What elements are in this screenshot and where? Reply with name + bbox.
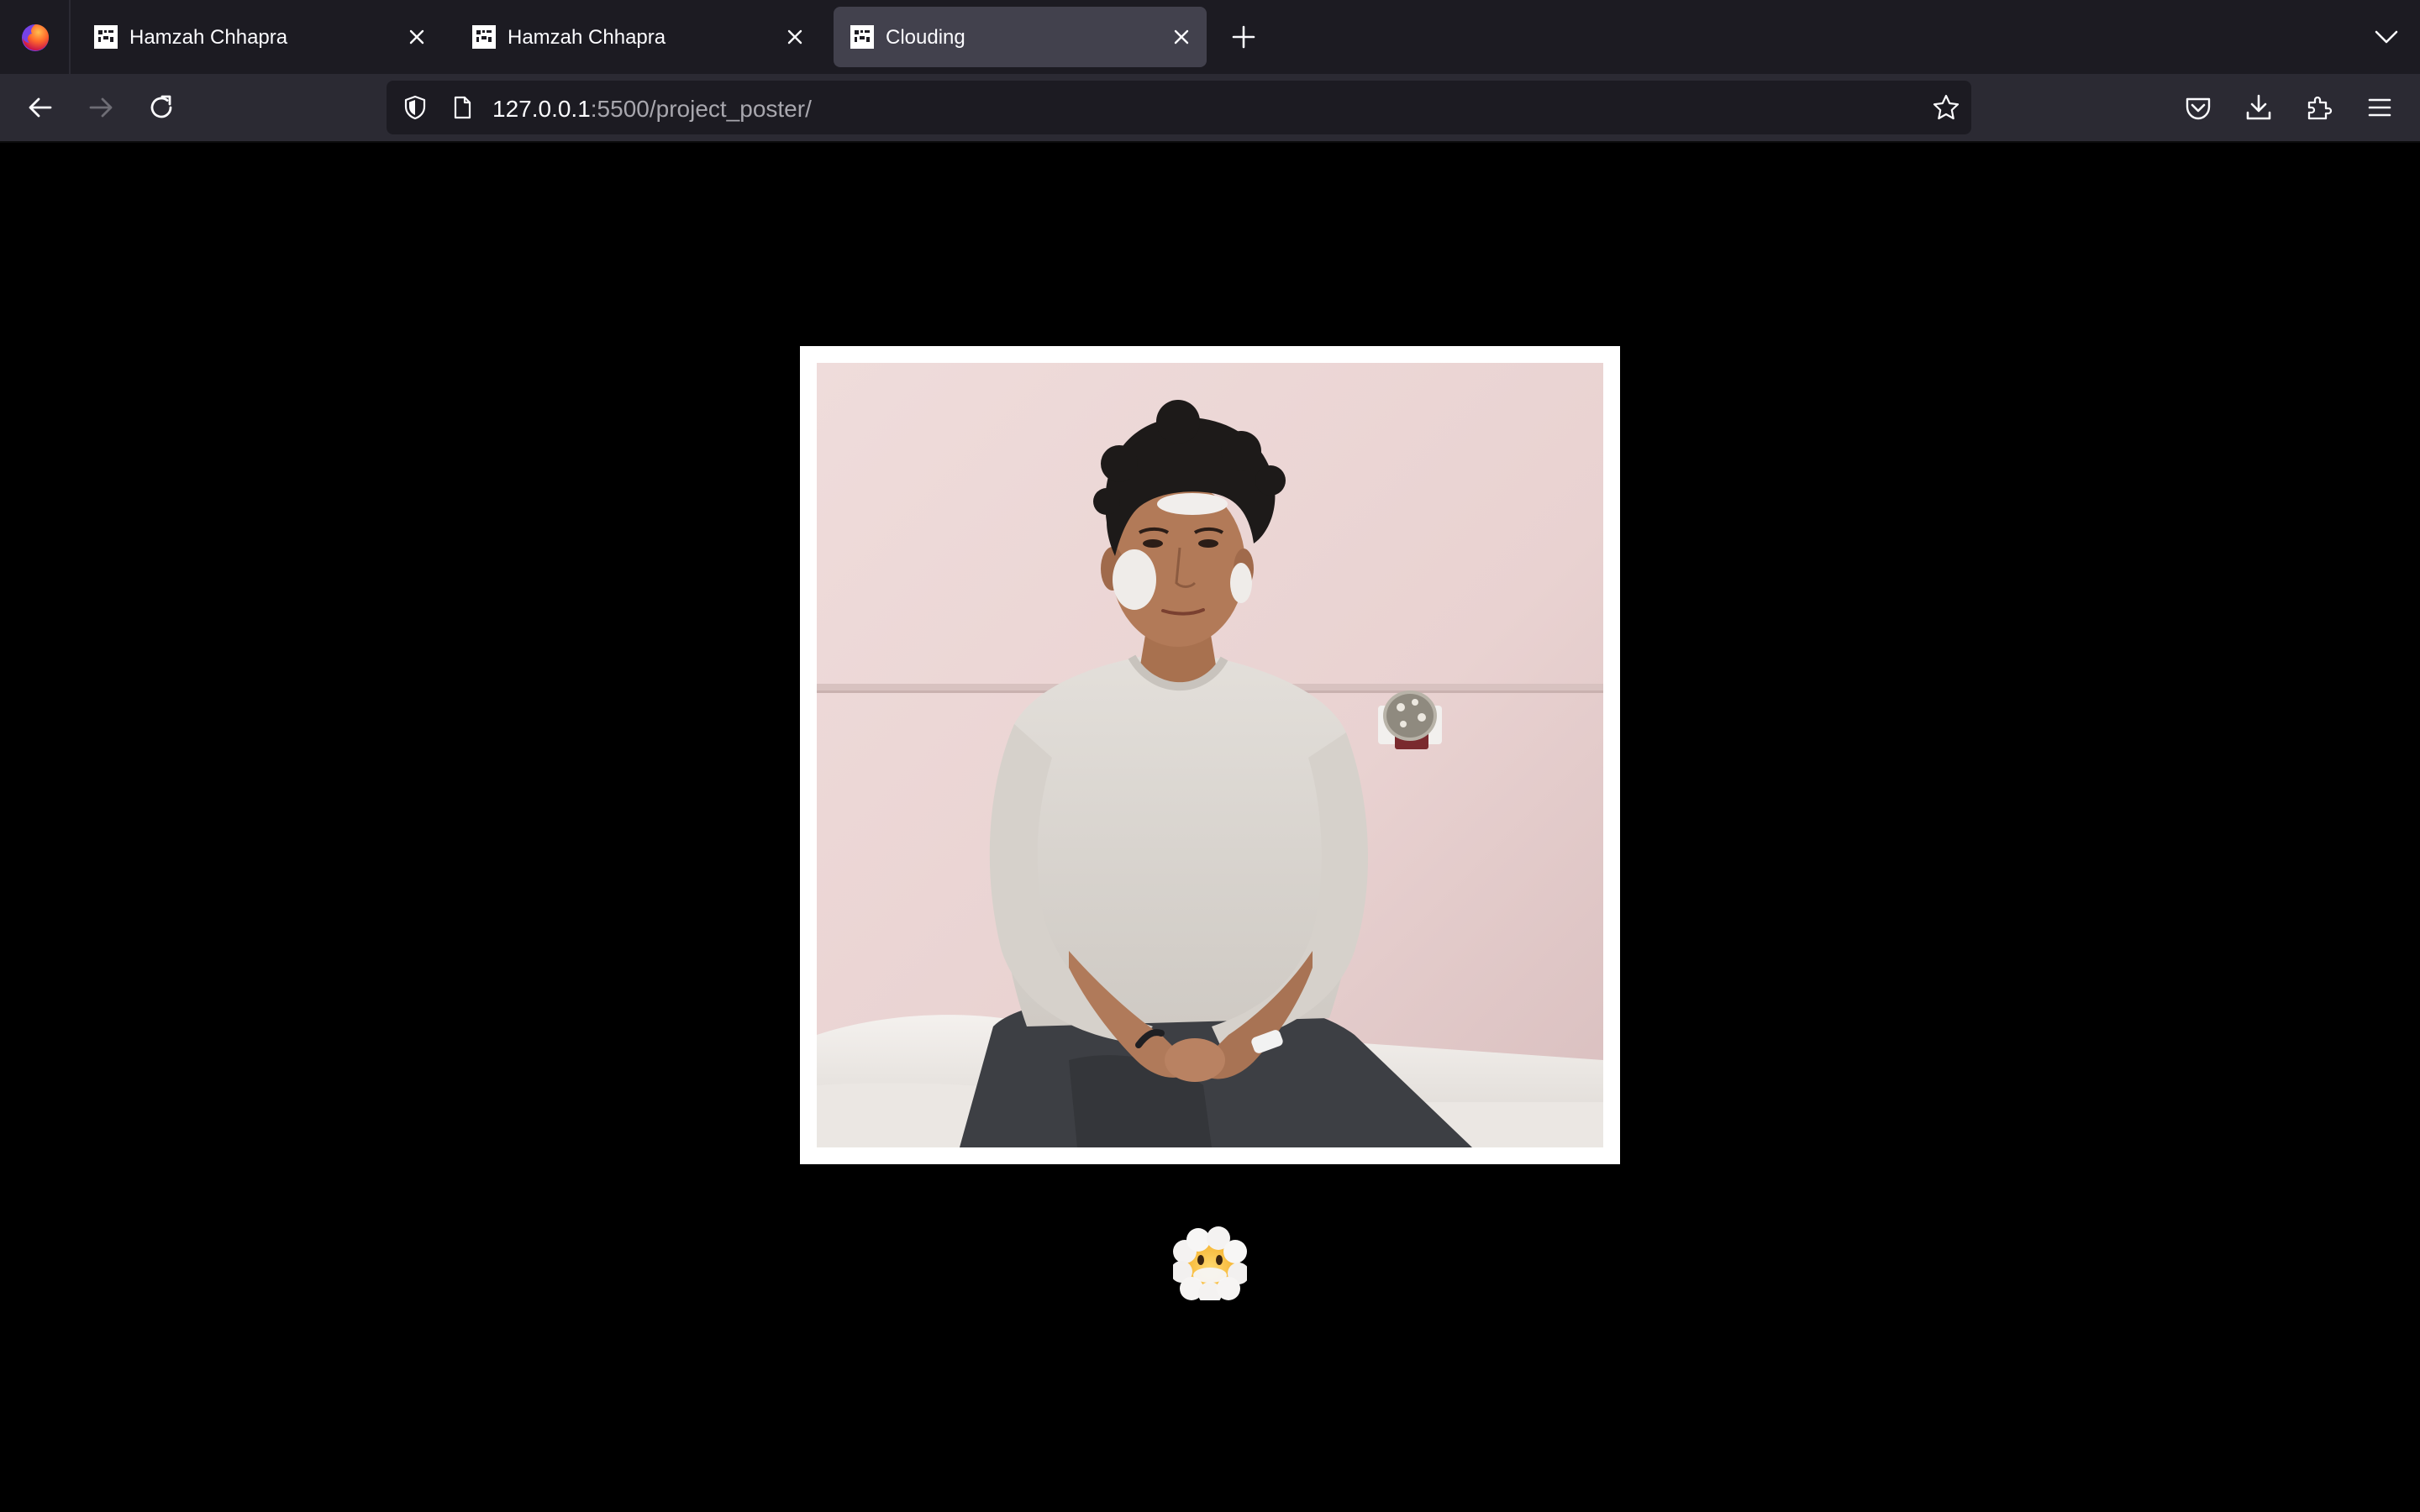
close-tab-icon[interactable] xyxy=(1168,24,1195,50)
tab-title: Hamzah Chhapra xyxy=(129,26,288,49)
page-favicon-icon xyxy=(94,25,118,49)
url-host: 127.0.0.1 xyxy=(492,96,591,122)
tab-clouding[interactable]: Clouding xyxy=(834,7,1207,67)
reload-icon[interactable] xyxy=(145,91,178,124)
download-icon[interactable] xyxy=(2244,92,2274,123)
navigation-toolbar: 127.0.0.1:5500/project_poster/ xyxy=(0,74,2420,143)
face-in-clouds-emoji-icon[interactable] xyxy=(1173,1226,1247,1300)
portrait-photo xyxy=(817,363,1603,1147)
shield-icon[interactable] xyxy=(402,94,429,121)
page-content xyxy=(0,143,2420,1512)
url-path: :5500/project_poster/ xyxy=(590,96,812,122)
page-favicon-icon xyxy=(850,25,874,49)
puzzle-icon[interactable] xyxy=(2304,92,2334,123)
close-tab-icon[interactable] xyxy=(781,24,808,50)
url-text[interactable]: 127.0.0.1:5500/project_poster/ xyxy=(492,96,812,123)
firefox-logo-icon[interactable] xyxy=(18,20,52,54)
poster-frame xyxy=(800,346,1620,1164)
page-icon[interactable] xyxy=(449,94,476,121)
tab-hamzah-chhapra-1[interactable]: Hamzah Chhapra xyxy=(77,7,442,67)
tab-title: Hamzah Chhapra xyxy=(508,26,666,49)
forward-arrow-icon[interactable] xyxy=(84,91,118,124)
close-tab-icon[interactable] xyxy=(403,24,430,50)
back-arrow-icon[interactable] xyxy=(24,91,57,124)
plus-icon[interactable] xyxy=(1228,22,1259,52)
tab-title: Clouding xyxy=(886,26,965,49)
hamburger-menu-icon[interactable] xyxy=(2365,92,2395,123)
tab-strip: Hamzah Chhapra Hamzah Chhapra Clouding xyxy=(0,0,2420,74)
star-icon[interactable] xyxy=(1931,92,1961,123)
tab-separator xyxy=(69,0,71,74)
page-favicon-icon xyxy=(472,25,496,49)
tab-hamzah-chhapra-2[interactable]: Hamzah Chhapra xyxy=(455,7,820,67)
poster-photo xyxy=(817,363,1603,1147)
chevron-down-icon[interactable] xyxy=(2371,22,2402,52)
pocket-icon[interactable] xyxy=(2183,92,2213,123)
address-bar[interactable]: 127.0.0.1:5500/project_poster/ xyxy=(387,81,1971,134)
